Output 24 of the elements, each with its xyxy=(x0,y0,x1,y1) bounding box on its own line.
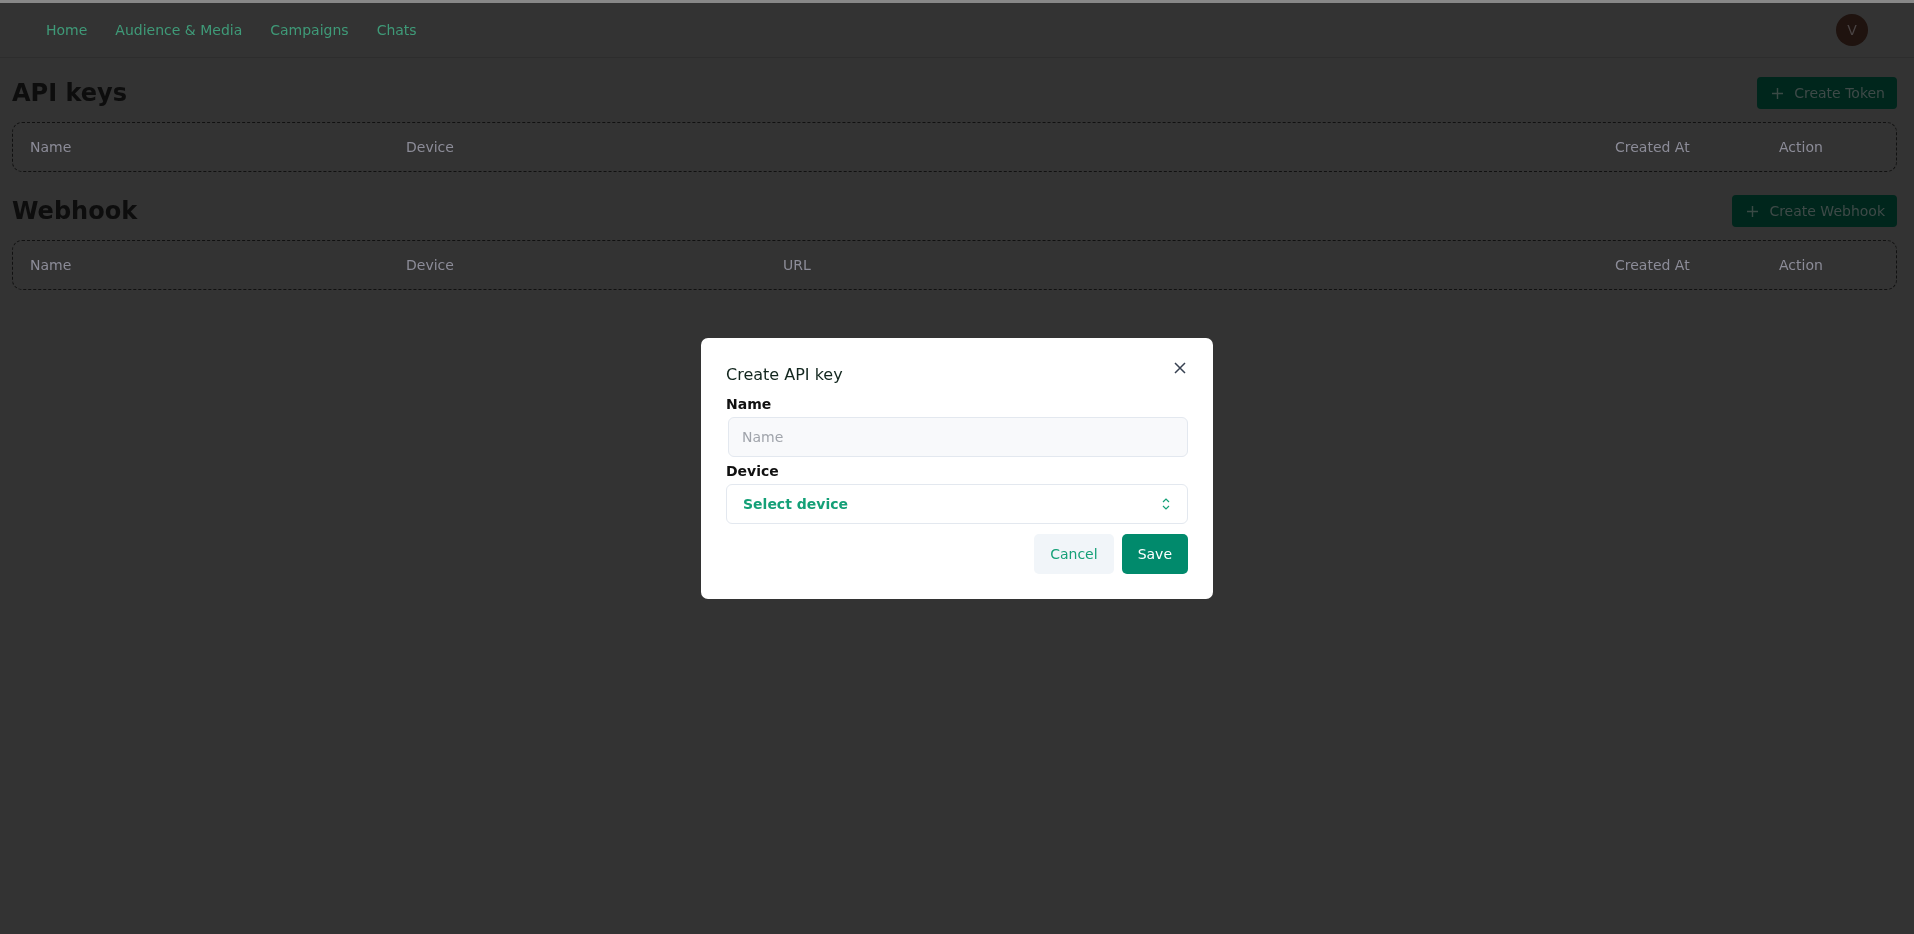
field-label: Device xyxy=(726,463,780,479)
nav-link[interactable]: Chats xyxy=(376,22,417,38)
column-header: Name xyxy=(30,139,73,155)
close-icon[interactable] xyxy=(1172,360,1188,376)
device-select[interactable]: Select device xyxy=(726,484,1188,524)
column-header: Action xyxy=(1779,139,1824,155)
plus-icon xyxy=(1746,204,1760,218)
nav-link[interactable]: Home xyxy=(46,22,88,38)
column-header: URL xyxy=(783,257,812,273)
chevron-up-down-icon xyxy=(1161,496,1171,512)
column-header: Device xyxy=(406,139,455,155)
column-header: Action xyxy=(1779,257,1824,273)
plus-icon xyxy=(1771,86,1785,100)
field-label: Name xyxy=(726,396,773,412)
nav-link[interactable]: Campaigns xyxy=(270,22,349,38)
column-header: Name xyxy=(30,257,73,273)
dialog-title: Create API key xyxy=(726,365,843,384)
cancel-button[interactable]: Cancel xyxy=(1034,534,1114,574)
name-input-field[interactable]: Name xyxy=(728,417,1188,457)
save-button[interactable]: Save xyxy=(1121,534,1188,574)
nav-link[interactable]: Audience & Media xyxy=(115,22,243,38)
column-header: Created At xyxy=(1615,257,1691,273)
column-header: Created At xyxy=(1615,139,1691,155)
column-header: Device xyxy=(406,257,455,273)
